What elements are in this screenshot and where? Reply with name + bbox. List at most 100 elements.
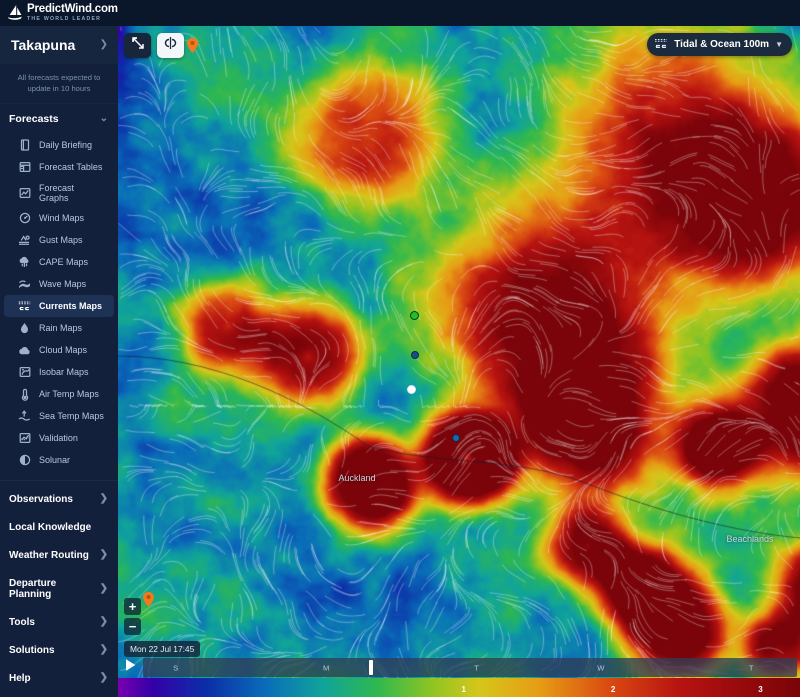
sidebar-item-sea-temp-maps[interactable]: Sea Temp Maps (4, 405, 114, 427)
timeline-day-label: T (474, 663, 479, 672)
wave-icon (18, 278, 31, 291)
nav-item-label: Tools (9, 617, 35, 628)
timeline-cursor[interactable] (369, 660, 373, 675)
marker-white[interactable] (407, 385, 416, 394)
isobar-icon (18, 366, 31, 379)
sidebar-item-daily-briefing[interactable]: Daily Briefing (4, 134, 114, 156)
map-top-left-controls (124, 33, 184, 58)
sidebar-item-rain-maps[interactable]: Rain Maps (4, 317, 114, 339)
zoom-controls: + − (124, 598, 141, 635)
sidebar-item-cloud-maps[interactable]: Cloud Maps (4, 339, 114, 361)
sidebar-item-cape-maps[interactable]: CAPE Maps (4, 251, 114, 273)
legend-tick: 3 (758, 685, 762, 694)
layer-selector[interactable]: Tidal & Ocean 100m ▼ (647, 33, 792, 56)
wind-dial-icon (18, 212, 31, 225)
document-icon (18, 139, 31, 152)
sidebar: Takapuna ❯ All forecasts expected to upd… (0, 26, 118, 697)
sidebar-item-forecast-tables[interactable]: Forecast Tables (4, 156, 114, 178)
pin-orange-2[interactable] (143, 592, 154, 612)
sidebar-item-gust-maps[interactable]: Gust Maps (4, 229, 114, 251)
sidebar-item-label: Validation (39, 433, 78, 443)
pin-orange-1[interactable] (187, 38, 198, 58)
play-button[interactable] (118, 658, 143, 677)
compare-split-button[interactable] (157, 33, 184, 58)
marker-green[interactable] (410, 311, 419, 320)
nav-item-label: Solutions (9, 645, 55, 656)
sidebar-item-label: Daily Briefing (39, 140, 92, 150)
sidebar-item-wave-maps[interactable]: Wave Maps (4, 273, 114, 295)
sidebar-item-label: Forecast Graphs (39, 183, 106, 203)
forecast-update-note: All forecasts expected to update in 10 h… (0, 64, 118, 104)
chevron-right-icon: ❯ (100, 617, 108, 627)
chevron-right-icon: ❯ (100, 40, 108, 50)
sailboat-icon (7, 4, 23, 21)
sidebar-item-label: Forecast Tables (39, 162, 102, 172)
nav-item-observations[interactable]: Observations ❯ (0, 485, 118, 513)
brand-tagline: THE WORLD LEADER (27, 17, 118, 22)
sidebar-item-air-temp-maps[interactable]: Air Temp Maps (4, 383, 114, 405)
chevron-right-icon: ❯ (100, 584, 108, 594)
expand-arrows-button[interactable] (124, 33, 151, 58)
sidebar-item-forecast-graphs[interactable]: Forecast Graphs (4, 178, 114, 207)
timeline-day-label: W (597, 663, 604, 672)
nav-item-label: Departure Planning (9, 578, 100, 600)
sidebar-item-validation[interactable]: Validation (4, 427, 114, 449)
marker-blue-1[interactable] (411, 351, 419, 359)
chevron-down-icon: ▼ (775, 40, 783, 49)
sidebar-item-wind-maps[interactable]: Wind Maps (4, 207, 114, 229)
cloud-icon (18, 344, 31, 357)
currents-map-canvas[interactable] (118, 26, 800, 697)
sidebar-item-currents-maps[interactable]: Currents Maps (4, 295, 114, 317)
map-place-label: Auckland (338, 473, 375, 483)
timeline-bar: SMTWT (118, 657, 800, 678)
brand-name: PredictWind.com (27, 4, 118, 16)
chevron-right-icon: ❯ (100, 494, 108, 504)
raindrop-icon (18, 322, 31, 335)
thermometer-icon (18, 388, 31, 401)
sidebar-item-isobar-maps[interactable]: Isobar Maps (4, 361, 114, 383)
sidebar-item-label: Cloud Maps (39, 345, 87, 355)
marker-blue-2[interactable] (452, 434, 460, 442)
map-area[interactable]: Auckland Beachlands Tidal & Ocean 100m ▼… (118, 26, 800, 697)
sidebar-item-label: Currents Maps (39, 301, 102, 311)
table-icon (18, 161, 31, 174)
nav-item-local-knowledge[interactable]: Local Knowledge (0, 513, 118, 541)
chevron-right-icon: ❯ (100, 645, 108, 655)
nav-item-help[interactable]: Help ❯ (0, 664, 118, 692)
sea-temp-icon (18, 410, 31, 423)
cloud-burst-icon (18, 256, 31, 269)
nav-item-tools[interactable]: Tools ❯ (0, 608, 118, 636)
timeline-track[interactable]: SMTWT (143, 658, 797, 677)
sidebar-item-solunar[interactable]: Solunar (4, 449, 114, 471)
nav-item-solutions[interactable]: Solutions ❯ (0, 636, 118, 664)
forecasts-section-header[interactable]: Forecasts ⌄ (0, 104, 118, 134)
gust-icon (18, 234, 31, 247)
chevron-right-icon: ❯ (100, 550, 108, 560)
current-icon (654, 36, 668, 54)
nav-item-label: Observations (9, 494, 73, 505)
legend-tick: 2 (611, 685, 615, 694)
legend-gradient (118, 678, 800, 697)
compare-split-icon (163, 36, 178, 55)
sidebar-item-label: Wave Maps (39, 279, 86, 289)
layer-selector-label: Tidal & Ocean 100m (674, 39, 769, 50)
nav-item-weather-routing[interactable]: Weather Routing ❯ (0, 541, 118, 569)
nav-item-label: Local Knowledge (9, 522, 91, 533)
location-selector[interactable]: Takapuna ❯ (0, 26, 118, 64)
sidebar-item-label: Solunar (39, 455, 70, 465)
timeline-day-label: S (173, 663, 178, 672)
nav-item-departure-planning[interactable]: Departure Planning ❯ (0, 569, 118, 608)
brand-logo[interactable]: PredictWind.com THE WORLD LEADER (7, 4, 118, 22)
forecasts-section-label: Forecasts (9, 113, 59, 125)
sidebar-item-label: Rain Maps (39, 323, 82, 333)
sidebar-item-label: Wind Maps (39, 213, 84, 223)
validation-icon (18, 432, 31, 445)
current-icon (18, 300, 31, 313)
expand-arrows-icon (131, 36, 145, 55)
sidebar-item-label: Gust Maps (39, 235, 83, 245)
zoom-out-button[interactable]: − (124, 618, 141, 635)
current-time-label: Mon 22 Jul 17:45 (124, 641, 200, 657)
line-chart-icon (18, 186, 31, 199)
zoom-in-button[interactable]: + (124, 598, 141, 615)
top-brand-bar: PredictWind.com THE WORLD LEADER (0, 0, 800, 26)
